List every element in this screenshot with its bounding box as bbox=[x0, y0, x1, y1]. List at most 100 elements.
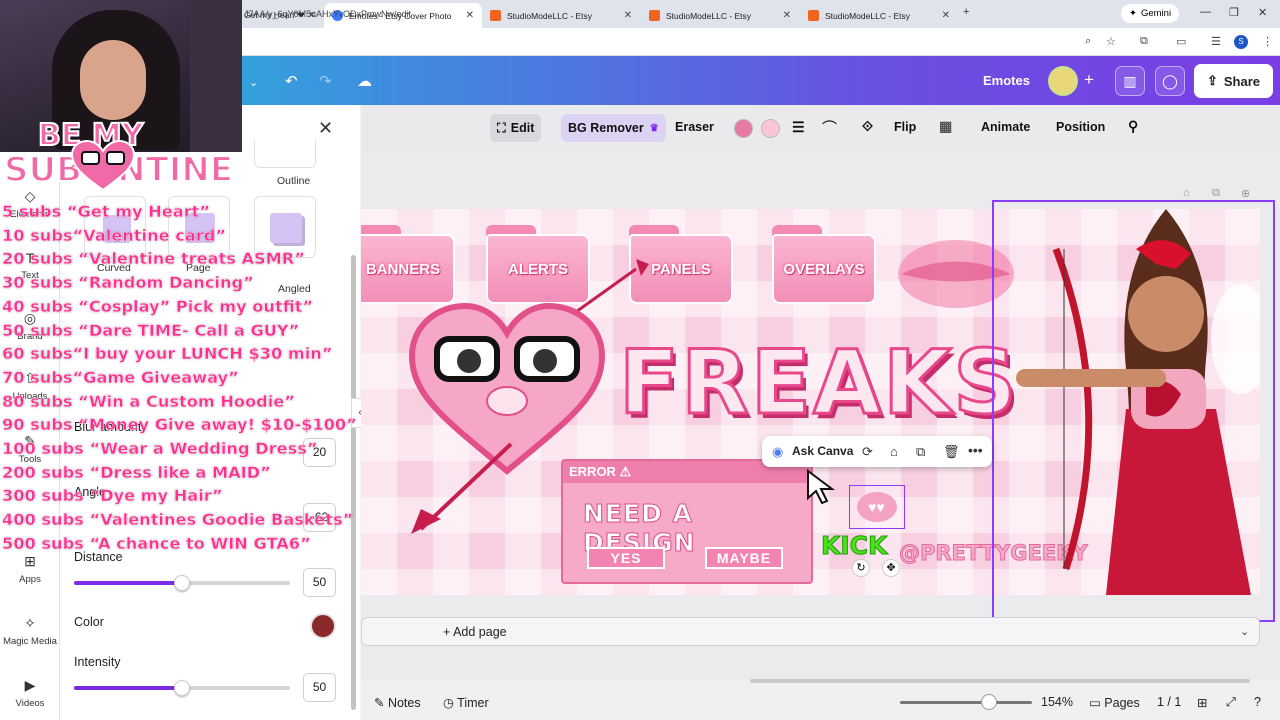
edit-button[interactable]: ⛶ Edit bbox=[490, 114, 542, 142]
position-button[interactable]: Position bbox=[1056, 120, 1105, 134]
eraser-button[interactable]: Eraser bbox=[675, 120, 714, 134]
browser-tab[interactable]: StudioModeLLC - Etsy ✕ bbox=[800, 3, 958, 28]
shape-label-outline: Outline bbox=[277, 175, 311, 187]
bg-remover-button[interactable]: BG Remover ♛ bbox=[561, 114, 666, 142]
duplicate-page-icon[interactable]: ⧉ bbox=[1212, 187, 1220, 200]
new-tab-icon[interactable]: + bbox=[963, 6, 969, 18]
minimize-icon[interactable]: — bbox=[1200, 6, 1211, 18]
more-options-icon[interactable]: ••• bbox=[968, 442, 983, 458]
intensity-slider[interactable] bbox=[74, 680, 290, 696]
slider-fill bbox=[74, 581, 182, 585]
sub-goal-item: 30 subs “Random Dancing” bbox=[2, 273, 254, 293]
notes-button[interactable]: ✎ Notes bbox=[374, 695, 421, 710]
crop-icon[interactable]: ⟐ bbox=[862, 118, 873, 135]
close-tab-icon[interactable]: ✕ bbox=[624, 10, 632, 21]
line-weight-icon[interactable]: ☰ bbox=[792, 119, 805, 136]
folder-graphic[interactable]: OVERLAYS bbox=[772, 225, 876, 309]
zoom-icon[interactable]: ⌕ bbox=[1085, 35, 1091, 48]
rail-apps[interactable]: ⊞ Apps bbox=[0, 553, 60, 585]
avatar[interactable] bbox=[1048, 66, 1078, 96]
rail-videos[interactable]: ▶ Videos bbox=[0, 677, 60, 709]
paint-format-icon[interactable]: ⚲ bbox=[1128, 118, 1138, 135]
etsy-icon bbox=[808, 10, 819, 21]
cupid-character-graphic[interactable] bbox=[1016, 209, 1260, 595]
browser-tab[interactable]: StudioModeLLC - Etsy ✕ bbox=[482, 3, 640, 28]
add-collaborator-icon[interactable]: + bbox=[1084, 70, 1094, 90]
crown-icon: ♛ bbox=[649, 122, 659, 134]
freaks-title[interactable]: FREAKS bbox=[618, 330, 1019, 436]
undo-icon[interactable]: ↶ bbox=[285, 72, 298, 90]
maximize-icon[interactable]: ❐ bbox=[1229, 6, 1239, 19]
lips-graphic[interactable] bbox=[891, 219, 1021, 329]
browser-tab[interactable]: StudioModeLLC - Etsy ✕ bbox=[641, 3, 799, 28]
close-tab-icon[interactable]: ✕ bbox=[783, 10, 791, 21]
corner-rounding-icon[interactable]: ⌒ bbox=[822, 117, 837, 138]
lock-icon[interactable]: ⌂ bbox=[890, 444, 898, 459]
chevron-down-icon[interactable]: ⌄ bbox=[249, 76, 258, 89]
animate-button[interactable]: Animate bbox=[981, 120, 1030, 134]
cloud-save-icon[interactable]: ☁ bbox=[357, 72, 372, 90]
ask-canva-button[interactable]: Ask Canva bbox=[792, 444, 853, 458]
reading-list-icon[interactable]: ☰ bbox=[1211, 35, 1221, 48]
cast-icon[interactable]: ▭ bbox=[1176, 35, 1186, 48]
pages-button[interactable]: ▭ Pages bbox=[1089, 695, 1140, 710]
close-icon[interactable]: ✕ bbox=[318, 118, 333, 139]
move-handle-icon[interactable]: ✥ bbox=[882, 559, 900, 577]
chevron-down-icon[interactable]: ⌄ bbox=[1240, 625, 1249, 638]
selected-element-frame[interactable]: ♥♥ bbox=[849, 485, 905, 529]
color-swatch-1[interactable] bbox=[734, 119, 753, 138]
extensions-icon[interactable]: ⧉ bbox=[1140, 35, 1148, 48]
shape-option-outline[interactable] bbox=[254, 140, 316, 168]
grid-view-icon[interactable]: ⊞ bbox=[1197, 695, 1207, 710]
color-swatch-2[interactable] bbox=[761, 119, 780, 138]
flip-button[interactable]: Flip bbox=[894, 120, 916, 134]
rail-magic-media[interactable]: ✧ Magic Media bbox=[0, 615, 60, 647]
slider-handle[interactable] bbox=[174, 680, 190, 696]
zoom-slider[interactable] bbox=[900, 701, 1032, 704]
zoom-slider-handle[interactable] bbox=[981, 694, 997, 710]
insights-icon[interactable]: ▥ bbox=[1115, 66, 1145, 96]
bookmark-star-icon[interactable]: ☆ bbox=[1106, 35, 1116, 48]
close-tab-icon[interactable]: ✕ bbox=[466, 10, 474, 21]
url-text[interactable]: J7AA/y_6qY0M5uAHxYvODxPmwNw/edit bbox=[244, 9, 411, 19]
mouse-cursor-graphic bbox=[807, 469, 835, 505]
fullscreen-icon[interactable]: ⤢ bbox=[1226, 695, 1236, 710]
menu-dots-icon[interactable]: ⋮ bbox=[1262, 35, 1273, 48]
kick-logo-text[interactable]: KICK bbox=[820, 531, 887, 561]
rotate-handle-icon[interactable]: ↻ bbox=[852, 559, 870, 577]
share-button[interactable]: ⇪ Share bbox=[1194, 64, 1273, 98]
timer-button[interactable]: ◷ Timer bbox=[443, 695, 489, 710]
close-tab-icon[interactable]: ✕ bbox=[942, 10, 950, 21]
gemini-button[interactable]: ✦ Gemini bbox=[1121, 4, 1180, 23]
design-title[interactable]: Emotes bbox=[983, 73, 1030, 88]
comment-icon[interactable]: ◯ bbox=[1155, 66, 1185, 96]
comment-add-icon[interactable]: ⟳ bbox=[862, 444, 873, 460]
shadow-color-swatch[interactable] bbox=[310, 613, 336, 639]
tab-label: StudioModeLLC - Etsy bbox=[825, 10, 911, 21]
zoom-level[interactable]: 154% bbox=[1041, 695, 1073, 709]
close-window-icon[interactable]: ✕ bbox=[1258, 6, 1267, 19]
tab-label: StudioModeLLC - Etsy bbox=[666, 10, 752, 21]
lock-page-icon[interactable]: ⌂ bbox=[1183, 187, 1190, 199]
trash-icon[interactable]: 🗑 bbox=[943, 444, 960, 460]
horizontal-scrollbar[interactable] bbox=[750, 679, 1250, 683]
distance-value-input[interactable]: 50 bbox=[303, 568, 336, 597]
heart-glasses-icon bbox=[70, 140, 136, 192]
help-icon[interactable]: ? bbox=[1254, 695, 1261, 709]
webcam-background bbox=[190, 0, 242, 152]
add-page-button[interactable]: + Add page bbox=[443, 625, 507, 639]
design-canvas[interactable]: BANNERS ALERTS PANELS OVERLAYS FREAKS ER… bbox=[361, 209, 1260, 595]
distance-slider[interactable] bbox=[74, 575, 290, 591]
notes-icon: ✎ bbox=[374, 696, 388, 710]
sub-goal-item: 80 subs “Win a Custom Hoodie” bbox=[2, 391, 295, 411]
duplicate-icon[interactable]: ⧉ bbox=[916, 444, 925, 460]
transparency-icon[interactable]: ▦ bbox=[939, 118, 952, 135]
redo-icon[interactable]: ↷ bbox=[319, 72, 332, 90]
intensity-value-input[interactable]: 50 bbox=[303, 673, 336, 702]
error-dialog-graphic[interactable]: ERROR ⚠ NEED A DESIGN YES MAYBE bbox=[561, 459, 813, 584]
sub-goal-item: 400 subs “Valentines Goodie Baskets” bbox=[2, 510, 354, 530]
add-page-icon[interactable]: ⊕ bbox=[1241, 187, 1250, 200]
folder-graphic[interactable]: BANNERS bbox=[361, 225, 455, 309]
profile-avatar[interactable]: S bbox=[1234, 35, 1248, 49]
slider-handle[interactable] bbox=[174, 575, 190, 591]
